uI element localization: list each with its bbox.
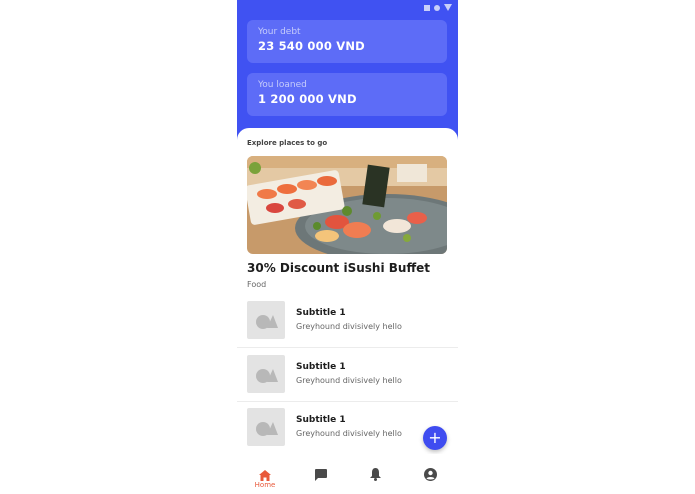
nav-notifications[interactable] — [363, 466, 387, 485]
divider — [237, 401, 458, 402]
notification-icon — [424, 4, 430, 11]
divider — [237, 347, 458, 348]
promo-image[interactable] — [247, 156, 447, 254]
list-item-title: Subtitle 1 — [296, 308, 346, 318]
sushi-image — [247, 156, 447, 254]
promo-title[interactable]: 30% Discount iSushi Buffet — [247, 261, 430, 275]
section-heading: Explore places to go — [247, 139, 328, 147]
signal-icon — [434, 4, 440, 11]
wifi-icon — [444, 4, 452, 11]
loan-card[interactable]: You loaned 1 200 000 VND — [247, 73, 447, 116]
list-item-subtitle: Greyhound divisively hello — [296, 376, 402, 385]
account-icon — [423, 468, 437, 481]
bottom-navigation: Home — [237, 454, 458, 494]
status-bar — [424, 4, 452, 11]
app-screen: Your debt 23 540 000 VND You loaned 1 20… — [237, 0, 458, 494]
list-item-title: Subtitle 1 — [296, 362, 346, 372]
header: Your debt 23 540 000 VND You loaned 1 20… — [237, 0, 458, 140]
loan-label: You loaned — [258, 80, 307, 90]
list-item-subtitle: Greyhound divisively hello — [296, 429, 402, 438]
nav-home-label: Home — [254, 481, 276, 489]
image-placeholder-icon — [247, 301, 285, 339]
home-icon — [259, 470, 271, 481]
content-sheet: Explore places to go 30% Discount iSushi… — [237, 128, 458, 455]
nav-messages[interactable] — [308, 466, 332, 485]
list-item-title: Subtitle 1 — [296, 415, 346, 425]
debt-label: Your debt — [258, 27, 301, 37]
image-placeholder-icon — [247, 355, 285, 393]
add-fab-button[interactable]: + — [423, 426, 447, 450]
loan-value: 1 200 000 VND — [258, 92, 357, 106]
image-placeholder-icon — [247, 408, 285, 446]
nav-home[interactable]: Home — [253, 466, 277, 489]
nav-account[interactable] — [418, 466, 442, 485]
list-item-subtitle: Greyhound divisively hello — [296, 322, 402, 331]
debt-card[interactable]: Your debt 23 540 000 VND — [247, 20, 447, 63]
promo-category: Food — [247, 280, 267, 289]
chat-icon — [314, 469, 327, 481]
debt-value: 23 540 000 VND — [258, 39, 365, 53]
bell-icon — [369, 468, 381, 481]
